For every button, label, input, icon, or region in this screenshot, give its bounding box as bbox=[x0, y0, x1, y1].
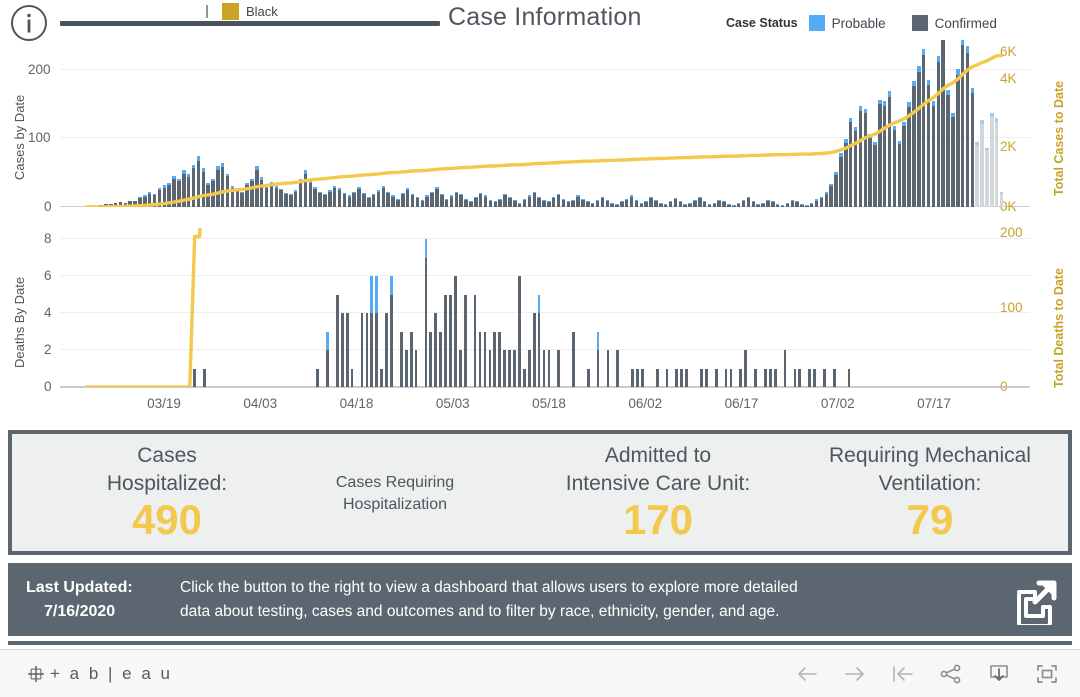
kpi-hospitalization-note: Cases Requiring Hospitalization bbox=[270, 434, 520, 551]
kpi-mechanical-ventilation[interactable]: Requiring Mechanical Ventilation: 79 bbox=[794, 434, 1066, 551]
kpi-value-admitted-icu: 170 bbox=[622, 496, 694, 544]
revert-icon[interactable] bbox=[892, 665, 914, 683]
legend-swatch-confirmed[interactable] bbox=[911, 15, 928, 31]
kpi-label-line1: Requiring Mechanical bbox=[829, 444, 1031, 467]
legend-tick-mark bbox=[206, 4, 208, 18]
cumulative-line bbox=[84, 228, 202, 387]
info-circle-icon[interactable] bbox=[8, 2, 50, 44]
last-updated-date: 7/16/2020 bbox=[44, 602, 116, 620]
x-axis-tick-label: 04/03 bbox=[243, 396, 278, 411]
deaths-ytick-8: 8 bbox=[44, 231, 52, 246]
tableau-toolbar: + a b | e a u bbox=[0, 649, 1080, 697]
legend-swatch-probable[interactable] bbox=[808, 15, 825, 31]
download-icon[interactable] bbox=[988, 664, 1010, 684]
tableau-wordmark: + a b | e a u bbox=[50, 663, 173, 683]
deaths-ytick-4: 4 bbox=[44, 305, 52, 320]
x-axis-tick-label: 06/17 bbox=[724, 396, 759, 411]
banner-description: Click the button to the right to view a … bbox=[180, 576, 1000, 623]
case-status-caption: Case Status bbox=[726, 16, 798, 30]
kpi-admitted-icu[interactable]: Admitted to Intensive Care Unit: 170 bbox=[518, 434, 798, 551]
banner-text-line1: Click the button to the right to view a … bbox=[180, 578, 798, 596]
x-axis-tick-label: 07/02 bbox=[820, 396, 855, 411]
deaths-ytick-6: 6 bbox=[44, 268, 52, 283]
deaths-y-axis-title: Deaths By Date bbox=[12, 276, 27, 368]
banner-text-line2: data about testing, cases and outcomes a… bbox=[180, 602, 780, 620]
legend-swatch-black bbox=[222, 2, 239, 20]
page-title: Case Information bbox=[448, 3, 642, 31]
cases-ytick-200: 200 bbox=[28, 62, 51, 77]
x-axis-labels: 03/19 04/03 04/18 05/03 05/18 06/02 06/17 07/02… bbox=[0, 396, 1080, 418]
tableau-logo[interactable]: + a b | e a u bbox=[0, 664, 172, 684]
cases-y2-axis-title: Total Cases to Date bbox=[1052, 80, 1066, 196]
fullscreen-icon[interactable] bbox=[1036, 664, 1058, 684]
kpi-note-line1: Cases Requiring bbox=[335, 474, 455, 491]
back-icon[interactable] bbox=[796, 665, 818, 683]
tableau-tool-icons bbox=[770, 664, 1080, 684]
x-axis-rule bbox=[60, 387, 1030, 388]
legend-label-black: Black bbox=[246, 3, 278, 19]
cumulative-line bbox=[84, 53, 1004, 207]
kpi-label-line1: Admitted to bbox=[604, 444, 712, 467]
x-axis-tick-label: 03/19 bbox=[147, 396, 181, 411]
deaths-ytick-0: 0 bbox=[44, 379, 52, 394]
share-icon[interactable] bbox=[940, 664, 962, 684]
cases-ytick-100: 100 bbox=[28, 130, 51, 145]
case-status-legend: Case Status Probable Confirmed bbox=[726, 15, 1023, 31]
kpi-label-line2: Hospitalized: bbox=[106, 471, 228, 495]
cases-plot-area[interactable] bbox=[84, 40, 1004, 207]
info-banner: Last Updated: 7/16/2020 Click the button… bbox=[8, 563, 1072, 636]
deaths-y2-axis-title: Total Deaths to Date bbox=[1052, 268, 1066, 388]
legend-label-confirmed: Confirmed bbox=[934, 15, 997, 31]
tableau-mark-icon bbox=[28, 665, 44, 682]
x-axis-tick-label: 07/17 bbox=[917, 396, 951, 411]
kpi-value-mechanical-ventilation: 79 bbox=[906, 496, 954, 544]
external-link-icon bbox=[1017, 580, 1057, 625]
dashboard-page: Black Case Information Case Status Proba… bbox=[0, 0, 1080, 697]
last-updated-label: Last Updated: bbox=[26, 578, 133, 596]
kpi-label-line1: Cases bbox=[137, 444, 197, 467]
forward-icon[interactable] bbox=[844, 665, 866, 683]
clipped-race-legend: Black bbox=[206, 0, 278, 22]
kpi-label-line2: Ventilation: bbox=[878, 471, 982, 495]
x-axis-tick-label: 04/18 bbox=[339, 396, 374, 411]
open-detailed-dashboard-button[interactable] bbox=[1000, 575, 1072, 625]
deaths-plot-area[interactable] bbox=[84, 228, 1004, 387]
cases-y-axis-title: Cases by Date bbox=[12, 94, 27, 180]
kpi-strip: Cases Hospitalized: 490 Cases Requiring … bbox=[8, 430, 1072, 555]
deaths-ytick-2: 2 bbox=[44, 342, 52, 357]
x-axis-tick-label: 05/03 bbox=[435, 396, 470, 411]
cases-ytick-0: 0 bbox=[44, 199, 52, 214]
kpi-value-cases-hospitalized: 490 bbox=[131, 496, 203, 544]
kpi-note-line2: Hospitalization bbox=[342, 495, 448, 513]
x-axis-tick-label: 06/02 bbox=[628, 396, 663, 411]
kpi-label-line2: Intensive Care Unit: bbox=[565, 471, 751, 495]
last-updated-block: Last Updated: 7/16/2020 bbox=[8, 576, 180, 624]
kpi-cases-hospitalized[interactable]: Cases Hospitalized: 490 bbox=[32, 434, 302, 551]
legend-label-probable: Probable bbox=[831, 15, 886, 31]
x-axis-tick-label: 05/18 bbox=[532, 396, 566, 411]
banner-bottom-divider bbox=[8, 641, 1072, 645]
